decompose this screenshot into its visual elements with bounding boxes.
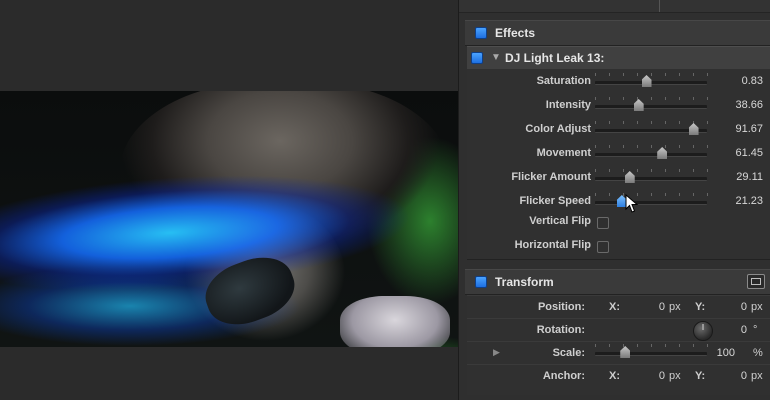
param-value[interactable]: 21.23 [735,195,763,207]
viewer [0,0,458,400]
position-y-value[interactable]: 0 [707,301,747,313]
slider-track[interactable] [595,177,707,181]
effects-section-header[interactable]: Effects [465,20,770,46]
param-row: Movement 61.45 [467,143,770,165]
anchor-y-value[interactable]: 0 [707,370,747,382]
anchor-x-value[interactable]: 0 [625,370,665,382]
slider-ticks [595,73,708,77]
transform-onscreen-controls-icon[interactable] [747,274,765,289]
position-row: Position: X: 0 px Y: 0 px [467,295,770,319]
param-value[interactable]: 38.66 [735,99,763,111]
y-label: Y: [695,301,706,313]
y-label: Y: [695,370,706,382]
scale-label: Scale: [552,347,585,359]
effects-enable-checkbox[interactable] [475,27,487,39]
transform-enable-checkbox[interactable] [475,276,487,288]
rotation-value[interactable]: 0 [707,324,747,336]
inspector-top-strip [459,0,770,13]
effect-header[interactable]: ▼ DJ Light Leak 13: [467,46,770,70]
anchor-label: Anchor: [542,370,585,382]
px-unit: px [751,370,763,382]
scale-row: ▶ Scale: 100 % [467,341,770,365]
rotation-row: Rotation: 0 ° [467,318,770,342]
video-frame[interactable] [0,91,458,347]
percent-unit: % [753,347,763,359]
slider-ticks [595,121,708,125]
param-row: Flicker Amount 29.11 [467,167,770,189]
position-label: Position: [537,301,585,313]
disclosure-triangle-icon[interactable]: ▼ [491,52,501,63]
x-label: X: [609,370,620,382]
degree-unit: ° [753,324,758,336]
param-label: Horizontal Flip [514,239,591,251]
transform-section-header[interactable]: Transform [465,269,770,295]
param-row: Color Adjust 91.67 [467,119,770,141]
px-unit: px [669,301,681,313]
effect-enable-checkbox[interactable] [471,52,483,64]
effects-title: Effects [495,26,536,40]
position-x-value[interactable]: 0 [625,301,665,313]
slider-track[interactable] [595,153,707,157]
param-row: Flicker Speed 21.23 [467,191,770,213]
effect-name: DJ Light Leak 13: [505,51,605,65]
rotation-label: Rotation: [536,324,585,336]
param-label: Movement [536,147,591,159]
param-value[interactable]: 91.67 [735,123,763,135]
transform-title: Transform [495,275,554,289]
param-label: Color Adjust [525,123,591,135]
slider-track[interactable] [595,201,707,205]
param-label: Intensity [545,99,591,111]
transform-parameters: Position: X: 0 px Y: 0 px Rotation: 0 ° … [467,295,770,395]
param-row: Saturation 0.83 [467,71,770,93]
param-row-horizontal-flip: Horizontal Flip [467,235,770,257]
param-value[interactable]: 61.45 [735,147,763,159]
scale-slider-ticks [595,344,708,348]
mouse-pointer-icon [625,194,639,213]
param-label: Flicker Speed [519,195,591,207]
horizontal-flip-checkbox[interactable] [597,241,609,253]
video-hand [340,296,450,347]
vertical-flip-checkbox[interactable] [597,217,609,229]
param-row-vertical-flip: Vertical Flip [467,211,770,233]
param-value[interactable]: 0.83 [742,75,763,87]
param-value[interactable]: 29.11 [736,171,763,183]
px-unit: px [669,370,681,382]
param-label: Vertical Flip [529,215,591,227]
anchor-row: Anchor: X: 0 px Y: 0 px [467,364,770,388]
effect-parameters: Saturation 0.83 Intensity 38.66 Color Adjust… [467,69,770,260]
slider-ticks [595,145,708,149]
param-label: Flicker Amount [511,171,591,183]
param-label: Saturation [536,75,591,87]
slider-ticks [595,193,708,197]
x-label: X: [609,301,620,313]
slider-ticks [595,169,708,173]
slider-ticks [595,97,708,101]
expand-triangle-icon[interactable]: ▶ [493,347,500,358]
scale-slider-track[interactable] [595,352,707,356]
inspector-panel: Effects ▼ DJ Light Leak 13: Saturation 0.… [458,0,770,400]
px-unit: px [751,301,763,313]
param-row: Intensity 38.66 [467,95,770,117]
slider-track[interactable] [595,105,707,109]
scale-value[interactable]: 100 [695,347,735,359]
